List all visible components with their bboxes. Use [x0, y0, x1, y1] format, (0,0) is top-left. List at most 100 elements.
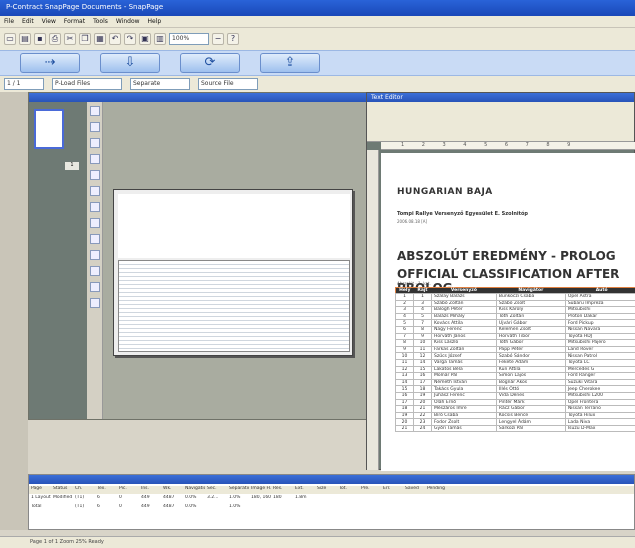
properties-row[interactable]: Total (T1) 6 0 449 4487 0.0% 1.0%	[29, 504, 634, 512]
page-header-preview	[118, 194, 350, 258]
select-tool-icon[interactable]	[90, 106, 100, 116]
menu-bar: File Edit View Format Tools Window Help	[0, 16, 635, 28]
page-thumbnail[interactable]	[34, 109, 64, 149]
next-arrow-button[interactable]: ⇢	[20, 53, 80, 73]
properties-col-header[interactable]: Err.	[381, 486, 403, 494]
document-page[interactable]: HUNGARIAN BAJA Tompi Rallye Versenyző Eg…	[381, 153, 635, 471]
properties-col-header[interactable]: Navigation P.	[183, 486, 205, 494]
paste-icon[interactable]: ▦	[94, 33, 106, 45]
results-cell: Szabó Zsolt	[495, 299, 566, 308]
standard-toolbar: ▭ ▤ ▪ ⎙ ✂ ❐ ▦ ↶ ↷ ▣ ▥ 100% − ?	[0, 28, 635, 50]
properties-cell: 4487	[163, 504, 175, 509]
import-button[interactable]: ⇩	[100, 53, 160, 73]
page-preview[interactable]	[113, 189, 353, 356]
properties-cell: 449	[141, 504, 150, 509]
properties-col-header[interactable]: Pic.	[117, 486, 139, 494]
menu-view[interactable]: View	[42, 18, 56, 25]
properties-cell	[293, 504, 315, 512]
properties-col-header[interactable]: Pending	[425, 486, 447, 494]
results-cell: 1	[413, 293, 432, 301]
properties-header-row: PageStatusCh.Tex.Pic.Ins.Wk.Navigation P…	[29, 486, 634, 494]
text-tool-icon[interactable]	[90, 122, 100, 132]
new-doc-icon[interactable]: ▭	[4, 33, 16, 45]
results-cell: Kovács Attila	[431, 319, 497, 327]
save-icon[interactable]: ▪	[34, 33, 46, 45]
results-cell: Nissan Navara	[564, 325, 635, 334]
properties-cell	[337, 504, 359, 512]
properties-col-header[interactable]: Ext.	[293, 486, 315, 494]
results-cell: Szalay Balázs	[431, 293, 497, 301]
results-cell: Tóth Gábor	[495, 339, 566, 347]
results-cell: Bunkoczi Csaba	[495, 293, 566, 301]
properties-cell: Modified	[53, 495, 73, 500]
properties-col-header[interactable]: Pre.	[359, 486, 381, 494]
undo-icon[interactable]: ↶	[109, 33, 121, 45]
flag-tool-icon[interactable]	[90, 282, 100, 292]
source-combo[interactable]: Source File	[198, 78, 258, 90]
results-cell: Lengyel Ádám	[495, 418, 566, 426]
menu-edit[interactable]: Edit	[22, 18, 34, 25]
properties-col-header[interactable]: Saved	[403, 486, 425, 494]
eraser-tool-icon[interactable]	[90, 266, 100, 276]
properties-col-header[interactable]: Page	[29, 486, 51, 494]
page-field[interactable]: 1 / 1	[4, 78, 44, 90]
results-cell: Juhász Ferenc	[431, 391, 497, 400]
table-tool-icon[interactable]	[90, 170, 100, 180]
vertical-tools	[87, 102, 103, 419]
info-tool-icon[interactable]	[90, 298, 100, 308]
properties-col-header[interactable]: Sec.	[205, 486, 227, 494]
zoom-tool-icon[interactable]	[90, 218, 100, 228]
properties-col-header[interactable]: Ch.	[73, 486, 95, 494]
properties-col-header[interactable]: Separation Tab.(1)	[227, 486, 249, 494]
properties-col-header[interactable]: Image H.	[249, 486, 271, 494]
redo-icon[interactable]: ↷	[124, 33, 136, 45]
results-cell: Takács Gyula	[431, 385, 497, 393]
open-folder-icon[interactable]: ▤	[19, 33, 31, 45]
zoom-combo[interactable]: 100%	[169, 33, 209, 45]
results-cell: Szabó Sándor	[495, 352, 566, 360]
properties-col-header[interactable]: Res.	[271, 486, 293, 494]
results-row: 16 19 Juhász Ferenc Vida Dénes Mitsubishi L2…	[395, 391, 635, 400]
pen-tool-icon[interactable]	[90, 250, 100, 260]
process-button[interactable]: ⟳	[180, 53, 240, 73]
link-tool-icon[interactable]	[90, 138, 100, 148]
image-tool-icon[interactable]	[90, 154, 100, 164]
help-icon[interactable]: ?	[227, 33, 239, 45]
properties-col-header[interactable]: Tex.	[95, 486, 117, 494]
results-row: 6 8 Nagy Ferenc Kelemen Zsolt Nissan Navara	[395, 325, 635, 334]
export-button[interactable]: ⇪	[260, 53, 320, 73]
cut-icon[interactable]: ✂	[64, 33, 76, 45]
results-cell: Balogh Péter	[431, 306, 497, 314]
layer-tool-icon[interactable]	[90, 186, 100, 196]
properties-row[interactable]: 1 Layout Modified (T1) 6 0 449 4487 0.0% 3.2... 1…	[29, 495, 634, 503]
results-cell: Győri Tamás	[431, 424, 497, 433]
menu-help[interactable]: Help	[148, 18, 162, 25]
properties-col-header[interactable]: Tot.	[337, 486, 359, 494]
results-cell: Lada Niva	[564, 418, 635, 426]
page-table-preview	[118, 260, 350, 352]
copy-icon[interactable]: ❐	[79, 33, 91, 45]
menu-format[interactable]: Format	[64, 18, 85, 25]
print-icon[interactable]: ⎙	[49, 33, 61, 45]
rotate-tool-icon[interactable]	[90, 234, 100, 244]
editor-title-bar: Text Editor	[367, 93, 634, 102]
frame-tool-icon[interactable]	[90, 202, 100, 212]
results-cell: Land Rover	[564, 345, 635, 354]
properties-panel: PageStatusCh.Tex.Pic.Ins.Wk.Navigation P…	[28, 474, 635, 530]
grid-icon[interactable]: ▣	[139, 33, 151, 45]
menu-tools[interactable]: Tools	[93, 18, 108, 25]
view-combo[interactable]: Separate	[130, 78, 190, 90]
properties-col-header[interactable]: Wk.	[161, 486, 183, 494]
results-cell: Mitsubishi L200	[564, 391, 635, 400]
properties-col-header[interactable]: Status	[51, 486, 73, 494]
layout-icon[interactable]: ▥	[154, 33, 166, 45]
menu-file[interactable]: File	[4, 18, 14, 25]
properties-col-header[interactable]: Ins.	[139, 486, 161, 494]
menu-window[interactable]: Window	[116, 18, 140, 25]
results-cell: Kun Attila	[495, 365, 566, 374]
zoom-out-icon[interactable]: −	[212, 33, 224, 45]
layer-combo[interactable]: P-Load Files	[52, 78, 122, 90]
properties-col-header[interactable]: Size	[315, 486, 337, 494]
results-cell: 24	[413, 424, 432, 433]
results-body: 1 1 Szalay Balázs Bunkoczi Csaba Opel Astra 2…	[395, 293, 635, 433]
